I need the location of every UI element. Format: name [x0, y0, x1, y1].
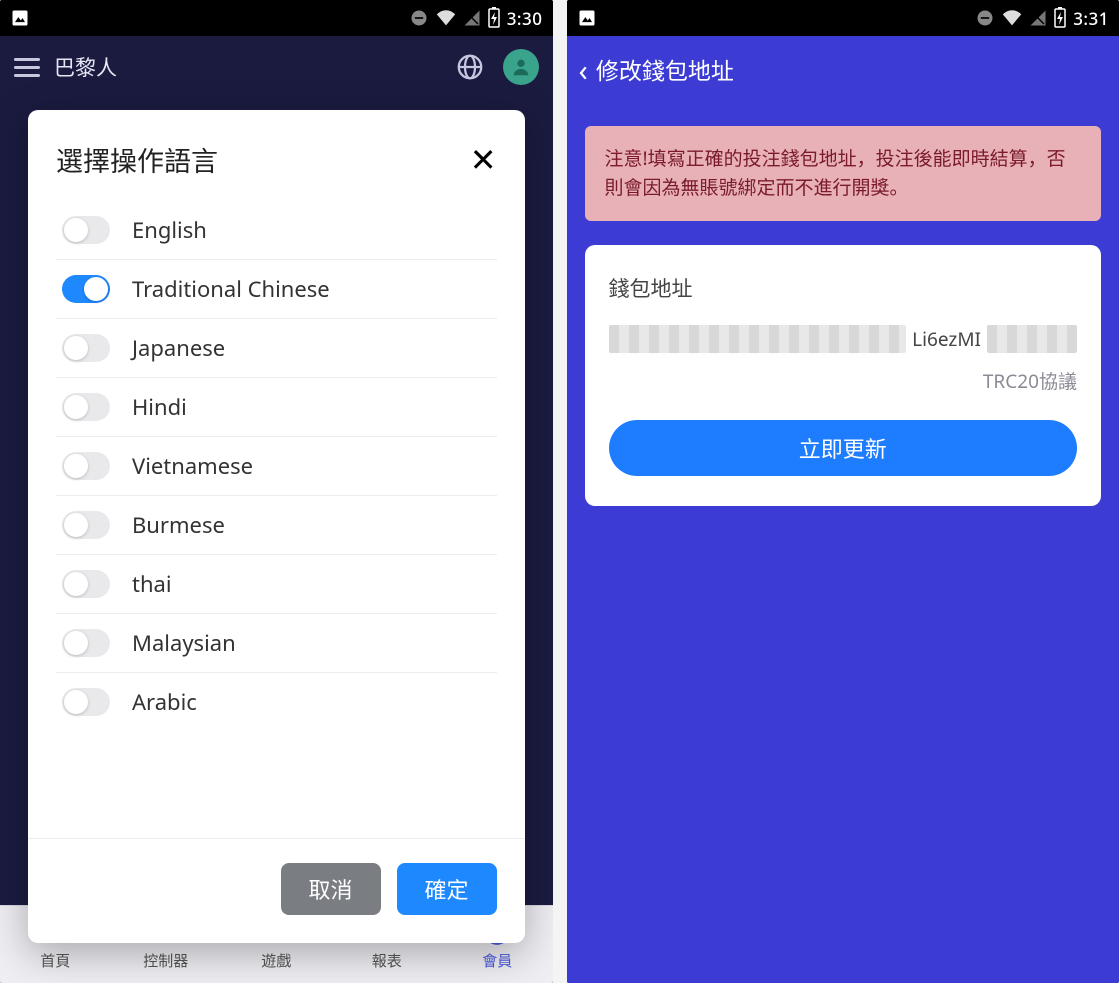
- app-name: 巴黎人: [54, 52, 117, 82]
- screen-wallet-edit: 3:31 ‹ 修改錢包地址 注意!填寫正確的投注錢包地址，投注後能即時結算，否則…: [567, 0, 1119, 983]
- language-row[interactable]: English: [56, 201, 497, 260]
- globe-icon[interactable]: [455, 52, 485, 82]
- language-label: Traditional Chinese: [132, 274, 330, 304]
- tab-label: 首頁: [40, 950, 70, 971]
- language-label: Japanese: [132, 333, 225, 363]
- modal-title: 選擇操作語言: [56, 140, 218, 179]
- language-row[interactable]: thai: [56, 555, 497, 614]
- tab-label: 報表: [372, 950, 402, 971]
- protocol-label: TRC20協議: [609, 367, 1078, 394]
- clock-text: 3:31: [1073, 7, 1109, 30]
- address-obscured-left: [609, 325, 907, 353]
- language-toggle[interactable]: [62, 334, 110, 362]
- language-toggle[interactable]: [62, 570, 110, 598]
- tab-label: 控制器: [143, 950, 188, 971]
- battery-icon: [487, 7, 501, 29]
- language-row[interactable]: Malaysian: [56, 614, 497, 673]
- close-icon[interactable]: ✕: [470, 138, 497, 181]
- language-label: Hindi: [132, 392, 187, 422]
- notice-banner: 注意!填寫正確的投注錢包地址，投注後能即時結算，否則會因為無賬號綁定而不進行開獎…: [585, 126, 1102, 221]
- language-row[interactable]: Arabic: [56, 673, 497, 731]
- language-toggle[interactable]: [62, 452, 110, 480]
- language-row[interactable]: Burmese: [56, 496, 497, 555]
- signal-icon: [1029, 9, 1047, 27]
- clock-text: 3:30: [507, 7, 543, 30]
- cancel-button[interactable]: 取消: [281, 863, 381, 915]
- address-visible-fragment: Li6ezMI: [912, 326, 981, 352]
- status-bar: 3:31: [567, 0, 1119, 36]
- page-title: 修改錢包地址: [596, 52, 734, 86]
- language-toggle[interactable]: [62, 275, 110, 303]
- dnd-icon: [975, 8, 995, 28]
- language-label: Arabic: [132, 687, 197, 717]
- language-label: Burmese: [132, 510, 225, 540]
- picture-icon: [10, 8, 30, 28]
- tab-label: 遊戲: [261, 950, 291, 971]
- status-bar: 3:30: [0, 0, 553, 36]
- language-row[interactable]: Japanese: [56, 319, 497, 378]
- picture-icon: [577, 8, 597, 28]
- language-label: Malaysian: [132, 628, 236, 658]
- language-label: thai: [132, 569, 172, 599]
- wifi-icon: [435, 8, 457, 28]
- language-toggle[interactable]: [62, 393, 110, 421]
- wallet-card: 錢包地址 Li6ezMI TRC20協議 立即更新: [585, 245, 1102, 506]
- language-toggle[interactable]: [62, 629, 110, 657]
- language-row[interactable]: Traditional Chinese: [56, 260, 497, 319]
- language-toggle[interactable]: [62, 216, 110, 244]
- signal-icon: [463, 9, 481, 27]
- wifi-icon: [1001, 8, 1023, 28]
- menu-icon[interactable]: [14, 58, 40, 77]
- language-list: English Traditional Chinese Japanese Hin…: [28, 201, 525, 838]
- language-toggle[interactable]: [62, 511, 110, 539]
- wallet-address-field[interactable]: Li6ezMI: [609, 325, 1078, 353]
- tab-label: 會員: [482, 950, 512, 971]
- app-header: 巴黎人: [0, 36, 553, 98]
- address-obscured-right: [987, 325, 1077, 353]
- back-icon[interactable]: ‹: [579, 49, 588, 90]
- language-row[interactable]: Vietnamese: [56, 437, 497, 496]
- wallet-address-label: 錢包地址: [609, 273, 1078, 303]
- language-row[interactable]: Hindi: [56, 378, 497, 437]
- avatar[interactable]: [503, 49, 539, 85]
- confirm-button[interactable]: 確定: [397, 863, 497, 915]
- language-modal: 選擇操作語言 ✕ English Traditional Chinese Jap…: [28, 110, 525, 943]
- language-label: Vietnamese: [132, 451, 253, 481]
- page-header: ‹ 修改錢包地址: [567, 36, 1119, 102]
- screen-language-select: 3:30 巴黎人 首頁 控制器 遊戲 報表 會員 選擇操作語言 ✕ English: [0, 0, 553, 983]
- dnd-icon: [409, 8, 429, 28]
- update-button[interactable]: 立即更新: [609, 420, 1078, 476]
- language-toggle[interactable]: [62, 688, 110, 716]
- battery-icon: [1053, 7, 1067, 29]
- language-label: English: [132, 215, 207, 245]
